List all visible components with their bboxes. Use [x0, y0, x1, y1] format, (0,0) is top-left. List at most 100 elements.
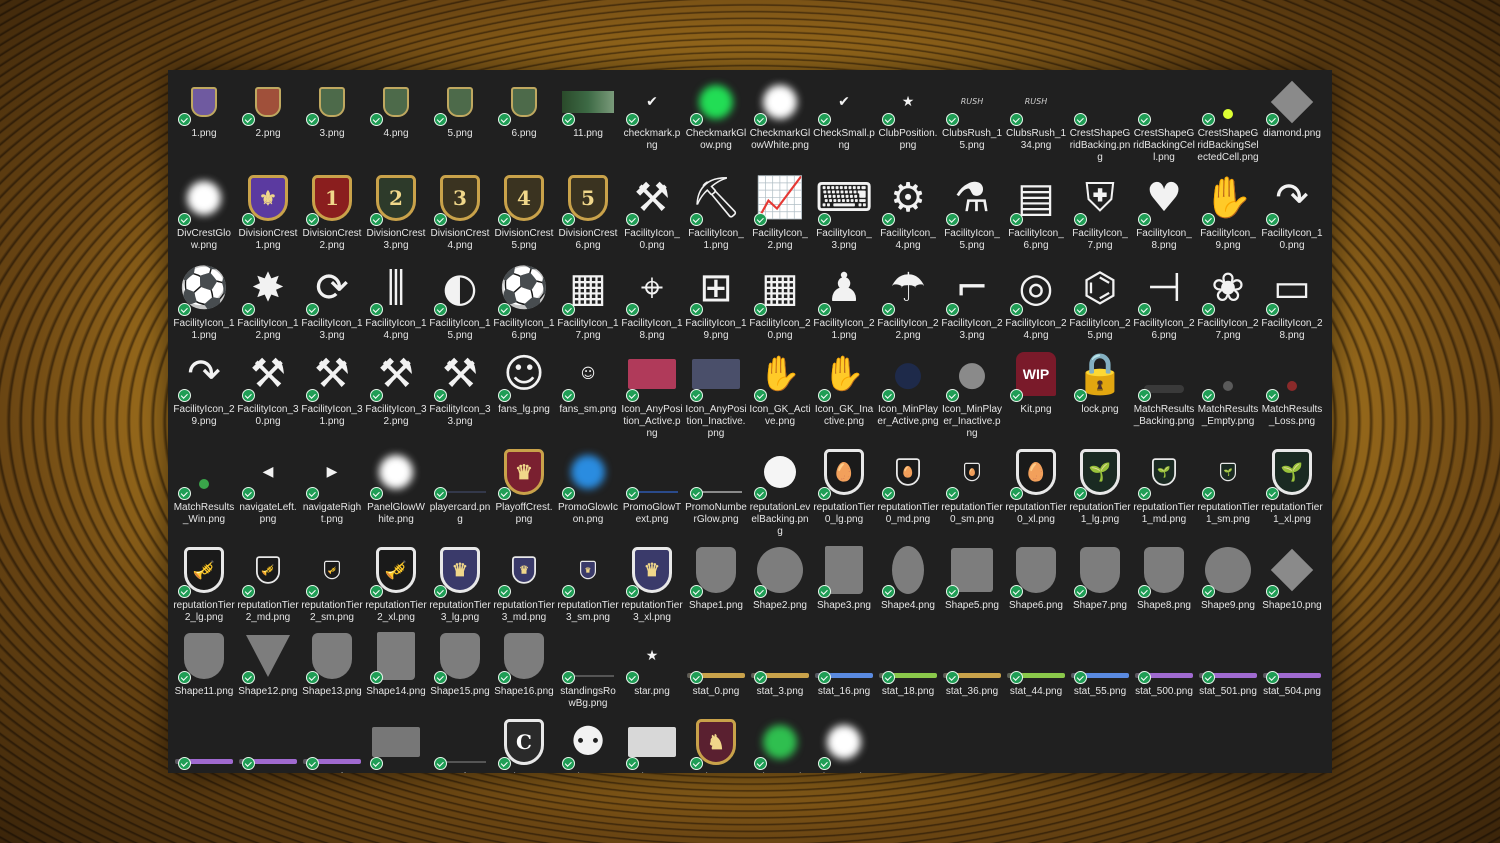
- file-item[interactable]: 📈 FacilityIcon_2.png: [748, 166, 812, 256]
- file-item[interactable]: 2.png: [236, 74, 300, 166]
- file-item[interactable]: WIP Kit.png: [1004, 342, 1068, 440]
- file-item[interactable]: MatchResults_Backing.png: [1132, 342, 1196, 440]
- file-item[interactable]: Shape6.png: [1004, 538, 1068, 624]
- file-item[interactable]: ⫼ FacilityIcon_14.png: [364, 256, 428, 342]
- file-item[interactable]: stat_16.png: [812, 624, 876, 710]
- file-item[interactable]: ★ ClubPosition.png: [876, 74, 940, 166]
- file-item[interactable]: ♛ reputationTier3_sm.png: [556, 538, 620, 624]
- file-item[interactable]: ◀ navigateLeft.png: [236, 440, 300, 538]
- file-item[interactable]: 5 DivisionCrest6.png: [556, 166, 620, 256]
- file-item[interactable]: stat_500.png: [1132, 624, 1196, 710]
- file-item[interactable]: MatchResults_Loss.png: [1260, 342, 1324, 440]
- file-item[interactable]: ⟳ FacilityIcon_13.png: [300, 256, 364, 342]
- file-item[interactable]: ⌬ FacilityIcon_25.png: [1068, 256, 1132, 342]
- file-item[interactable]: ⚒ FacilityIcon_33.png: [428, 342, 492, 440]
- file-item[interactable]: 2 DivisionCrest3.png: [364, 166, 428, 256]
- file-item[interactable]: stat_36.png: [940, 624, 1004, 710]
- file-item[interactable]: Shape15.png: [428, 624, 492, 710]
- file-item[interactable]: Shape16.png: [492, 624, 556, 710]
- file-item[interactable]: Shape12.png: [236, 624, 300, 710]
- file-item[interactable]: standingsRowBg.png: [556, 624, 620, 710]
- file-item[interactable]: ⚉ Trophy_1.png: [556, 710, 620, 773]
- file-item[interactable]: 🌱 reputationTier1_sm.png: [1196, 440, 1260, 538]
- file-item[interactable]: 🎺 reputationTier2_xl.png: [364, 538, 428, 624]
- file-item[interactable]: ⚽ FacilityIcon_16.png: [492, 256, 556, 342]
- file-item[interactable]: ✋ Icon_GK_Inactive.png: [812, 342, 876, 440]
- file-item[interactable]: 🎺 reputationTier2_md.png: [236, 538, 300, 624]
- file-item[interactable]: ❀ FacilityIcon_27.png: [1196, 256, 1260, 342]
- file-item[interactable]: 🎺 reputationTier2_lg.png: [172, 538, 236, 624]
- file-item[interactable]: ⌨ FacilityIcon_3.png: [812, 166, 876, 256]
- file-item[interactable]: Shape3.png: [812, 538, 876, 624]
- file-item[interactable]: Shape7.png: [1068, 538, 1132, 624]
- file-item[interactable]: top-performer.png: [428, 710, 492, 773]
- file-item[interactable]: 🥚 reputationTier0_lg.png: [812, 440, 876, 538]
- file-item[interactable]: statusBg.png: [364, 710, 428, 773]
- file-item[interactable]: RUSH ClubsRush_15.png: [940, 74, 1004, 166]
- file-item[interactable]: 🌱 reputationTier1_md.png: [1132, 440, 1196, 538]
- file-item[interactable]: 🔒 lock.png: [1068, 342, 1132, 440]
- file-item[interactable]: 4.png: [364, 74, 428, 166]
- file-item[interactable]: Icon_AnyPosition_Inactive.png: [684, 342, 748, 440]
- file-item[interactable]: ⚒ FacilityIcon_30.png: [236, 342, 300, 440]
- file-item[interactable]: Shape8.png: [1132, 538, 1196, 624]
- file-item[interactable]: ⚗ FacilityIcon_5.png: [940, 166, 1004, 256]
- file-item[interactable]: 4 DivisionCrest5.png: [492, 166, 556, 256]
- file-item[interactable]: reputationLevelBacking.png: [748, 440, 812, 538]
- file-item[interactable]: Shape10.png: [1260, 538, 1324, 624]
- file-item[interactable]: ☺ fans_sm.png: [556, 342, 620, 440]
- file-item[interactable]: ⚜ DivisionCrest1.png: [236, 166, 300, 256]
- file-item[interactable]: ♥ FacilityIcon_8.png: [1132, 166, 1196, 256]
- file-item[interactable]: Shape13.png: [300, 624, 364, 710]
- file-item[interactable]: stat_505.png: [172, 710, 236, 773]
- file-item[interactable]: stat_0.png: [684, 624, 748, 710]
- file-item[interactable]: Trophy_2.png: [620, 710, 684, 773]
- file-item[interactable]: stat_506.png: [236, 710, 300, 773]
- file-item[interactable]: ★ star.png: [620, 624, 684, 710]
- file-item[interactable]: DivCrestGlow.png: [172, 166, 236, 256]
- file-item[interactable]: ✋ Icon_GK_Active.png: [748, 342, 812, 440]
- file-item[interactable]: 3 DivisionCrest4.png: [428, 166, 492, 256]
- file-item[interactable]: ✔ checkmark.png: [620, 74, 684, 166]
- file-item[interactable]: ✋ FacilityIcon_9.png: [1196, 166, 1260, 256]
- file-item[interactable]: ↷ FacilityIcon_10.png: [1260, 166, 1324, 256]
- file-item[interactable]: RUSH ClubsRush_134.png: [1004, 74, 1068, 166]
- file-item[interactable]: ✸ FacilityIcon_12.png: [236, 256, 300, 342]
- file-item[interactable]: ⚽ FacilityIcon_11.png: [172, 256, 236, 342]
- file-item[interactable]: ✔ CheckSmall.png: [812, 74, 876, 166]
- file-item[interactable]: ♛ reputationTier3_lg.png: [428, 538, 492, 624]
- file-item[interactable]: playercard.png: [428, 440, 492, 538]
- file-item[interactable]: ☂ FacilityIcon_22.png: [876, 256, 940, 342]
- file-item[interactable]: stat_55.png: [1068, 624, 1132, 710]
- file-item[interactable]: CrestShapeGridBackingSelectedCell.png: [1196, 74, 1260, 166]
- file-item[interactable]: PromoGlowIcon.png: [556, 440, 620, 538]
- file-item[interactable]: Shape4.png: [876, 538, 940, 624]
- file-item[interactable]: CrestShapeGridBackingCell.png: [1132, 74, 1196, 166]
- file-item[interactable]: 5.png: [428, 74, 492, 166]
- file-item[interactable]: WinLossGlow.png: [748, 710, 812, 773]
- file-item[interactable]: ♛ reputationTier3_md.png: [492, 538, 556, 624]
- file-item[interactable]: ⚙ FacilityIcon_4.png: [876, 166, 940, 256]
- file-item[interactable]: C Trophy_0.png: [492, 710, 556, 773]
- file-item[interactable]: Shape9.png: [1196, 538, 1260, 624]
- file-item[interactable]: ♛ reputationTier3_xl.png: [620, 538, 684, 624]
- file-item[interactable]: ♟ FacilityIcon_21.png: [812, 256, 876, 342]
- file-item[interactable]: stat_504.png: [1260, 624, 1324, 710]
- file-item[interactable]: ⚒ FacilityIcon_31.png: [300, 342, 364, 440]
- file-item[interactable]: stat_notfound.png: [300, 710, 364, 773]
- file-item[interactable]: stat_44.png: [1004, 624, 1068, 710]
- file-item[interactable]: Shape11.png: [172, 624, 236, 710]
- file-item[interactable]: ▶ navigateRight.png: [300, 440, 364, 538]
- file-item[interactable]: 🌱 reputationTier1_lg.png: [1068, 440, 1132, 538]
- file-item[interactable]: ◐ FacilityIcon_15.png: [428, 256, 492, 342]
- file-item[interactable]: 🌱 reputationTier1_xl.png: [1260, 440, 1324, 538]
- file-item[interactable]: ◎ FacilityIcon_24.png: [1004, 256, 1068, 342]
- file-item[interactable]: PromoNumberGlow.png: [684, 440, 748, 538]
- file-item[interactable]: ▦ FacilityIcon_17.png: [556, 256, 620, 342]
- file-item[interactable]: 6.png: [492, 74, 556, 166]
- file-item[interactable]: CheckmarkGlow.png: [684, 74, 748, 166]
- file-item[interactable]: ⊞ FacilityIcon_19.png: [684, 256, 748, 342]
- file-item[interactable]: ⊣ FacilityIcon_26.png: [1132, 256, 1196, 342]
- file-item[interactable]: Shape5.png: [940, 538, 1004, 624]
- file-item[interactable]: Shape14.png: [364, 624, 428, 710]
